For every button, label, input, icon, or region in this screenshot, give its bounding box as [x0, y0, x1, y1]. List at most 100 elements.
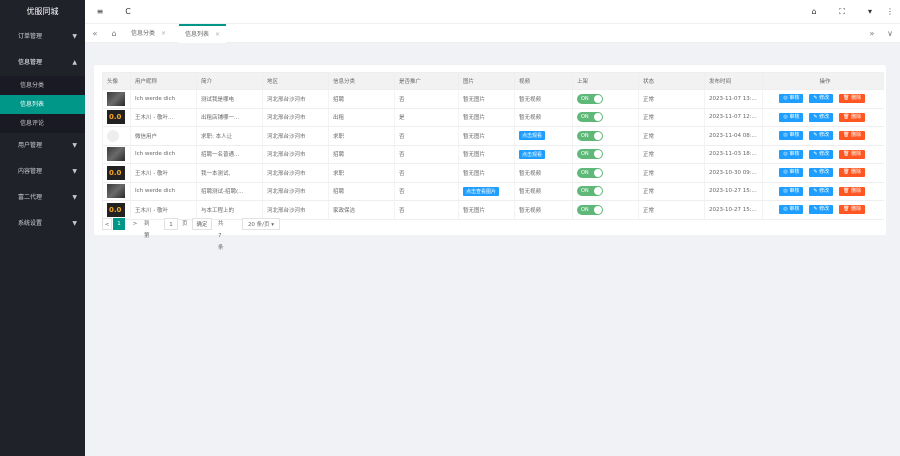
- menu-order[interactable]: 订单管理 ▼: [0, 24, 85, 50]
- promote-cell: 否: [394, 182, 459, 201]
- home-icon[interactable]: ⌂: [107, 24, 121, 43]
- submenu-info: 信息分类 信息列表 信息评论: [0, 76, 85, 133]
- region-cell: 河北邢台沙河市: [262, 182, 329, 201]
- delete-button[interactable]: 🗑 删除: [839, 186, 866, 196]
- region-cell: 河北邢台沙河市: [262, 89, 329, 109]
- review-label: 审核: [789, 132, 800, 139]
- review-button[interactable]: ◎ 审核: [779, 112, 804, 122]
- shelf-toggle[interactable]: ON: [577, 186, 603, 197]
- shelf-toggle[interactable]: ON: [577, 130, 603, 141]
- category-cell: 出租: [328, 108, 395, 127]
- tabs-next-icon[interactable]: »: [865, 24, 879, 43]
- col-time: 发布时间: [704, 72, 763, 90]
- review-button[interactable]: ◎ 审核: [779, 94, 804, 104]
- goto-confirm-button[interactable]: 确定: [192, 218, 212, 230]
- actions-cell: ◎ 审核 ✎ 修改 🗑 删除: [762, 163, 884, 183]
- video-cell: 点击观看: [514, 145, 573, 164]
- page-current[interactable]: 1: [113, 218, 125, 230]
- intro-cell: 测试我是哪电: [196, 89, 263, 109]
- sidebar-item-info-comments[interactable]: 信息评论: [0, 114, 85, 133]
- edit-button[interactable]: ✎ 修改: [809, 205, 834, 215]
- video-link: 暂无视频: [519, 207, 542, 214]
- menu-agent[interactable]: 富二代理 ▼: [0, 185, 85, 211]
- menu-user-label: 用户管理: [18, 142, 43, 149]
- shelf-toggle[interactable]: ON: [577, 149, 603, 160]
- shelf-toggle[interactable]: ON: [577, 112, 603, 123]
- goto-page-input[interactable]: 1: [164, 218, 178, 230]
- tab-info-list[interactable]: 信息列表 ×: [179, 24, 227, 43]
- refresh-icon[interactable]: C: [121, 0, 135, 24]
- review-button[interactable]: ◎ 审核: [779, 168, 804, 178]
- edit-button[interactable]: ✎ 修改: [809, 94, 834, 104]
- tabs-more-icon[interactable]: ∨: [883, 24, 897, 43]
- chevron-down-icon: ▼: [72, 168, 77, 175]
- edit-label: 修改: [819, 132, 830, 139]
- video-link[interactable]: 点击观看: [519, 149, 546, 159]
- shelf-toggle[interactable]: ON: [577, 204, 603, 215]
- actions-cell: ◎ 审核 ✎ 修改 🗑 删除: [762, 89, 884, 109]
- review-button[interactable]: ◎ 审核: [779, 149, 804, 159]
- shelf-toggle[interactable]: ON: [577, 93, 603, 104]
- delete-button[interactable]: 🗑 删除: [839, 112, 866, 122]
- delete-label: 删除: [851, 206, 862, 213]
- time-cell: 2023-11-07 13:...: [704, 89, 763, 109]
- shelf-cell: ON: [572, 108, 639, 127]
- delete-button[interactable]: 🗑 删除: [839, 131, 866, 141]
- page-next-button[interactable]: >: [131, 218, 139, 230]
- menu-system-label: 系统设置: [18, 220, 43, 227]
- fullscreen-icon[interactable]: ⛶: [835, 0, 849, 24]
- image-cell: 点击查看图片: [458, 182, 515, 201]
- trash-icon: 🗑: [843, 206, 852, 213]
- edit-button[interactable]: ✎ 修改: [809, 112, 834, 122]
- tabs-prev-icon[interactable]: «: [88, 24, 102, 43]
- menu-info[interactable]: 信息管理 ▲: [0, 50, 85, 76]
- tab-label: 信息分类: [131, 30, 156, 37]
- edit-button[interactable]: ✎ 修改: [809, 168, 834, 178]
- review-button[interactable]: ◎ 审核: [779, 205, 804, 215]
- sidebar-item-info-list[interactable]: 信息列表: [0, 95, 85, 114]
- menu-system[interactable]: 系统设置 ▼: [0, 211, 85, 237]
- category-cell: 招聘: [328, 89, 395, 109]
- table-row: Ich werde dich 招聘测试-招聘(... 河北邢台沙河市 招聘否点击查看图…: [102, 182, 884, 201]
- nickname-cell: 王木川 - 敬叶: [130, 163, 197, 183]
- edit-button[interactable]: ✎ 修改: [809, 149, 834, 159]
- video-cell: 暂无视频: [514, 163, 573, 183]
- edit-button[interactable]: ✎ 修改: [809, 186, 834, 196]
- video-link: 暂无视频: [519, 96, 542, 103]
- category-cell: 招聘: [328, 182, 395, 201]
- chevron-down-icon: ▼: [72, 194, 77, 201]
- video-link[interactable]: 点击观看: [519, 131, 546, 141]
- user-dropdown-icon[interactable]: ▾: [863, 0, 877, 24]
- menu-content[interactable]: 内容管理 ▼: [0, 159, 85, 185]
- theme-icon[interactable]: ⌂: [807, 0, 821, 24]
- shelf-toggle[interactable]: ON: [577, 167, 603, 178]
- more-icon[interactable]: ⋮: [883, 0, 897, 24]
- menu-toggle-icon[interactable]: ≡: [93, 0, 107, 24]
- delete-button[interactable]: 🗑 删除: [839, 168, 866, 178]
- shelf-cell: ON: [572, 182, 639, 201]
- top-header: ≡ C ⌂ ⛶ ▾ ⋮: [85, 0, 900, 24]
- delete-label: 删除: [851, 113, 862, 120]
- close-icon[interactable]: ×: [215, 31, 220, 38]
- image-cell: 暂无图片: [458, 145, 515, 164]
- time-cell: 2023-11-07 12:...: [704, 108, 763, 127]
- page-prev-button[interactable]: <: [102, 218, 112, 230]
- delete-button[interactable]: 🗑 删除: [839, 94, 866, 104]
- per-page-select[interactable]: 20 条/页 ▾: [242, 218, 280, 230]
- col-actions: 操作: [762, 72, 884, 90]
- review-button[interactable]: ◎ 审核: [779, 186, 804, 196]
- sidebar-item-info-category[interactable]: 信息分类: [0, 76, 85, 95]
- menu-user[interactable]: 用户管理 ▼: [0, 133, 85, 159]
- image-link[interactable]: 点击查看图片: [463, 186, 500, 196]
- close-icon[interactable]: ×: [161, 30, 166, 37]
- toggle-knob: [594, 94, 602, 103]
- delete-button[interactable]: 🗑 删除: [839, 205, 866, 215]
- delete-button[interactable]: 🗑 删除: [839, 149, 866, 159]
- review-button[interactable]: ◎ 审核: [779, 131, 804, 141]
- edit-label: 修改: [819, 187, 830, 194]
- avatar: [107, 165, 125, 180]
- avatar: [107, 202, 125, 217]
- tab-info-category[interactable]: 信息分类 ×: [125, 24, 172, 43]
- edit-button[interactable]: ✎ 修改: [809, 131, 834, 141]
- col-region: 地区: [262, 72, 329, 90]
